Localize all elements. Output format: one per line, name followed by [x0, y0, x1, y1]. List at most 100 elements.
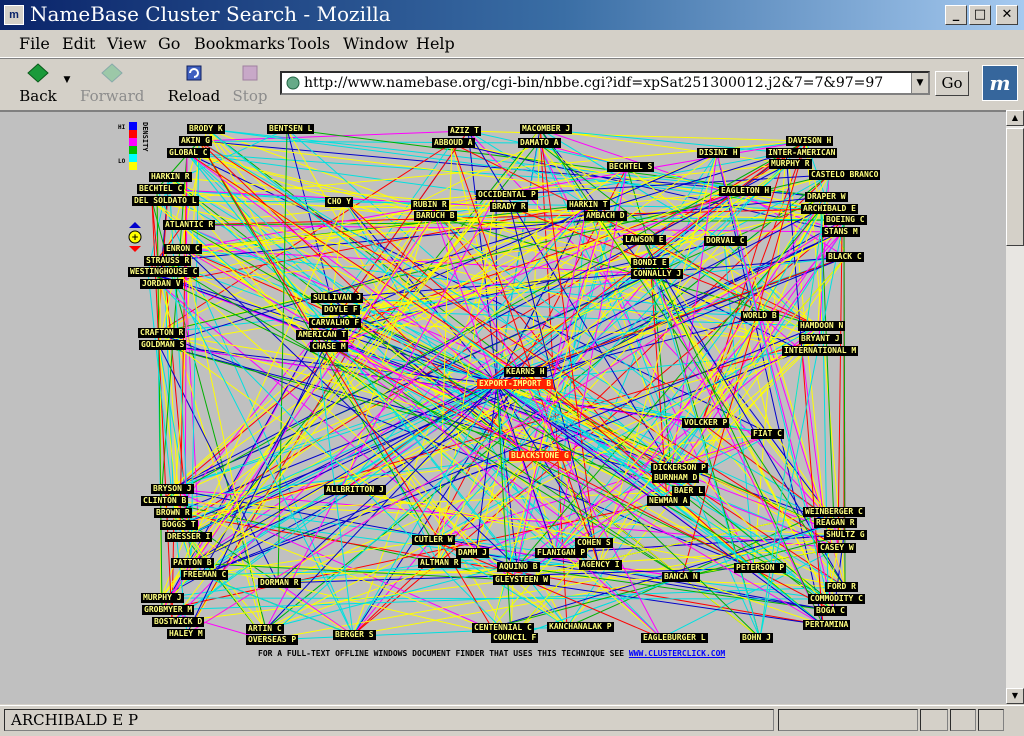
node-brady-r[interactable]: BRADY R: [490, 202, 528, 212]
node-export-import-b[interactable]: EXPORT-IMPORT B: [477, 379, 554, 389]
node-damato-a[interactable]: DAMATO A: [518, 138, 561, 148]
node-westinghouse-c[interactable]: WESTINGHOUSE C: [128, 267, 200, 277]
menu-bookmarks[interactable]: Bookmarks: [194, 34, 285, 53]
node-gleysteen-w[interactable]: GLEYSTEEN W: [493, 575, 550, 585]
node-occidental-p[interactable]: OCCIDENTAL P: [476, 190, 538, 200]
clusterclick-link[interactable]: WWW.CLUSTERCLICK.COM: [629, 649, 725, 658]
node-doyle-f[interactable]: DOYLE F: [322, 305, 360, 315]
node-shultz-g[interactable]: SHULTZ G: [824, 530, 867, 540]
node-global-c[interactable]: GLOBAL C: [167, 148, 210, 158]
node-altman-r[interactable]: ALTMAN R: [418, 558, 461, 568]
menu-go[interactable]: Go: [158, 34, 180, 53]
node-atlantic-r[interactable]: ATLANTIC R: [163, 220, 216, 230]
node-stans-m[interactable]: STANS M: [822, 227, 860, 237]
node-strauss-r[interactable]: STRAUSS R: [144, 256, 192, 266]
scroll-thumb[interactable]: [1006, 128, 1024, 246]
node-boeing-c[interactable]: BOEING C: [824, 215, 867, 225]
node-inter-american[interactable]: INTER-AMERICAN: [766, 148, 838, 158]
node-boggs-t[interactable]: BOGGS T: [160, 520, 198, 530]
node-clinton-b[interactable]: CLINTON B: [141, 496, 189, 506]
node-world-b[interactable]: WORLD B: [741, 311, 779, 321]
node-burnham-d[interactable]: BURNHAM D: [652, 473, 700, 483]
node-dickerson-p[interactable]: DICKERSON P: [651, 463, 708, 473]
node-dresser-i[interactable]: DRESSER I: [165, 532, 213, 542]
mozilla-icon[interactable]: m: [4, 5, 24, 25]
node-american-t[interactable]: AMERICAN T: [296, 330, 349, 340]
vertical-scrollbar[interactable]: ▲ ▼: [1006, 110, 1024, 704]
node-murphy-r[interactable]: MURPHY R: [769, 159, 812, 169]
node-sullivan-j[interactable]: SULLIVAN J: [311, 293, 364, 303]
node-fiat-c[interactable]: FIAT C: [751, 429, 784, 439]
node-haley-m[interactable]: HALEY M: [167, 629, 205, 639]
node-del-soldato-l[interactable]: DEL SOLDATO L: [132, 196, 199, 206]
node-abboud-a[interactable]: ABBOUD A: [432, 138, 475, 148]
node-eagleton-h[interactable]: EAGLETON H: [719, 186, 772, 196]
node-baruch-b[interactable]: BARUCH B: [414, 211, 457, 221]
node-murphy-j[interactable]: MURPHY J: [141, 593, 184, 603]
node-cutler-w[interactable]: CUTLER W: [412, 535, 455, 545]
node-bondi-e[interactable]: BONDI E: [631, 258, 669, 268]
node-boga-c[interactable]: BOGA C: [814, 606, 847, 616]
lock-icon[interactable]: [978, 709, 1004, 731]
mozilla-logo-icon[interactable]: m: [982, 65, 1018, 101]
back-button[interactable]: Back: [16, 61, 60, 105]
node-freeman-c[interactable]: FREEMAN C: [181, 570, 229, 580]
node-ford-r[interactable]: FORD R: [825, 582, 858, 592]
node-agency-i[interactable]: AGENCY I: [579, 560, 622, 570]
node-lawson-e[interactable]: LAWSON E: [623, 235, 666, 245]
node-eagleburger-l[interactable]: EAGLEBURGER L: [641, 633, 708, 643]
menu-file[interactable]: File: [19, 34, 50, 53]
node-draper-w[interactable]: DRAPER W: [805, 192, 848, 202]
node-rubin-r[interactable]: RUBIN R: [411, 200, 449, 210]
node-brown-r[interactable]: BROWN R: [154, 508, 192, 518]
node-allbritton-j[interactable]: ALLBRITTON J: [324, 485, 386, 495]
back-history-dropdown[interactable]: ▼: [62, 75, 72, 85]
node-international-m[interactable]: INTERNATIONAL M: [782, 346, 859, 356]
minimize-button[interactable]: _: [945, 5, 967, 25]
node-berger-s[interactable]: BERGER S: [333, 630, 376, 640]
node-grobmyer-m[interactable]: GROBMYER M: [142, 605, 195, 615]
node-volcker-p[interactable]: VOLCKER P: [682, 418, 730, 428]
node-bryson-j[interactable]: BRYSON J: [151, 484, 194, 494]
node-aziz-t[interactable]: AZIZ T: [448, 126, 481, 136]
node-centennial-c[interactable]: CENTENNIAL C: [472, 623, 534, 633]
node-jordan-v[interactable]: JORDAN V: [140, 279, 183, 289]
node-castelo-branco[interactable]: CASTELO BRANCO: [809, 170, 881, 180]
node-weinberger-c[interactable]: WEINBERGER C: [803, 507, 865, 517]
security-icon[interactable]: [950, 709, 976, 731]
node-harkin-r[interactable]: HARKIN R: [149, 172, 192, 182]
node-banca-n[interactable]: BANCA N: [662, 572, 700, 582]
node-harkin-t[interactable]: HARKIN T: [567, 200, 610, 210]
node-artin-c[interactable]: ARTIN C: [246, 624, 284, 634]
scroll-down-icon[interactable]: ▼: [1006, 688, 1024, 704]
node-chase-m[interactable]: CHASE M: [310, 342, 348, 352]
node-black-c[interactable]: BLACK C: [826, 252, 864, 262]
node-commodity-c[interactable]: COMMODITY C: [808, 594, 865, 604]
scroll-up-icon[interactable]: ▲: [1006, 110, 1024, 126]
zoom-control[interactable]: +: [125, 220, 145, 256]
node-aquino-b[interactable]: AQUINO B: [497, 562, 540, 572]
menu-edit[interactable]: Edit: [62, 34, 95, 53]
menu-tools[interactable]: Tools: [288, 34, 330, 53]
node-dorman-r[interactable]: DORMAN R: [258, 578, 301, 588]
node-bohn-j[interactable]: BOHN J: [740, 633, 773, 643]
node-carvalho-f[interactable]: CARVALHO F: [309, 318, 362, 328]
reload-button[interactable]: Reload: [166, 61, 222, 105]
node-ambach-d[interactable]: AMBACH D: [584, 211, 627, 221]
node-davison-h[interactable]: DAVISON H: [786, 136, 834, 146]
node-enron-c[interactable]: ENRON C: [164, 244, 202, 254]
node-crafton-r[interactable]: CRAFTON R: [138, 328, 186, 338]
node-disini-h[interactable]: DISINI H: [697, 148, 740, 158]
node-flanigan-p[interactable]: FLANIGAN P: [535, 548, 588, 558]
maximize-button[interactable]: □: [969, 5, 991, 25]
node-peterson-p[interactable]: PETERSON P: [734, 563, 787, 573]
node-damm-j[interactable]: DAMM J: [456, 548, 489, 558]
node-casey-w[interactable]: CASEY W: [818, 543, 856, 553]
node-kearns-h[interactable]: KEARNS H: [504, 367, 547, 377]
node-bentsen-l[interactable]: BENTSEN L: [267, 124, 315, 134]
menu-window[interactable]: Window: [343, 34, 408, 53]
url-field[interactable]: http://www.namebase.org/cgi-bin/nbbe.cgi…: [280, 71, 930, 95]
node-archibald-e[interactable]: ARCHIBALD E: [801, 204, 858, 214]
node-dorval-c[interactable]: DORVAL C: [704, 236, 747, 246]
node-goldman-s[interactable]: GOLDMAN S: [139, 340, 187, 350]
